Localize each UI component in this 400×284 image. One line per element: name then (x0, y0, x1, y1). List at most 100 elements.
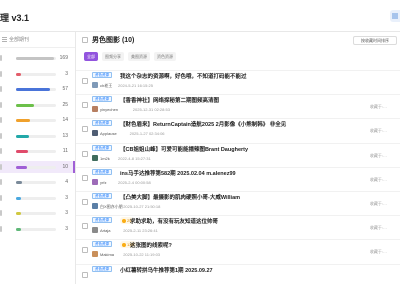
post-row[interactable]: 资色资源 【凸美大脚】最摄影的肌肉硬照小哥-大威William 白X图亦小朋 2025… (76, 191, 400, 211)
tab-all[interactable]: 全部 (84, 52, 98, 61)
post-status: 收藏于:… (369, 104, 387, 110)
post-title[interactable]: 这张图的线索呢? (130, 241, 172, 249)
sidebar-item[interactable]: 57 (0, 83, 75, 95)
avatar[interactable] (92, 82, 98, 88)
post-time: 2025-12-31 02:28:53 (132, 107, 170, 113)
post-checkbox[interactable] (82, 247, 88, 254)
avatar[interactable] (92, 106, 98, 113)
avatar[interactable] (92, 227, 98, 234)
post-title[interactable]: ins马手达推荐第582期 2025.02.04 m.alenez99 (120, 169, 236, 177)
sidebar-item[interactable]: 11 (0, 145, 75, 157)
post-tag[interactable]: 资色资源 (92, 265, 112, 272)
sidebar-item-bar-fill (16, 88, 50, 91)
post-author[interactable]: Artaja (100, 228, 110, 233)
sidebar-item[interactable]: 3 (0, 68, 75, 80)
avatar[interactable] (92, 130, 98, 137)
post-status: 收藏于:… (369, 152, 387, 158)
post-tag[interactable]: 资色资源 (92, 120, 112, 127)
post-row[interactable]: 资色资源 138 这张图的线索呢? Makima 2025-10-22 11:19:03… (76, 239, 400, 259)
sidebar-item[interactable]: 14 (0, 114, 75, 126)
avatar[interactable] (92, 203, 98, 209)
sidebar-item-count: 57 (62, 86, 68, 92)
sidebar-toggle-button[interactable] (390, 10, 400, 22)
post-title[interactable]: 【CB姐姐山峰】可爱可能能播辣图Brant Daugherty (120, 145, 248, 153)
post-tag[interactable]: 资色资源 (92, 144, 112, 151)
sidebar-item-count: 3 (65, 70, 68, 77)
sidebar-item-bar-fill (16, 72, 21, 76)
sidebar-item[interactable]: 4 (0, 176, 75, 188)
post-author[interactable]: 白X图亦小朋 (100, 204, 123, 210)
avatar[interactable] (92, 251, 98, 258)
sidebar-item[interactable]: 3 (0, 192, 75, 204)
post-row[interactable]: 资色资源 ins马手达推荐第582期 2025.02.04 m.alenez99 y… (76, 166, 400, 187)
page-title: 男色图影 (10) (92, 37, 135, 44)
sidebar-item-count: 3 (65, 225, 68, 232)
avatar[interactable] (92, 154, 98, 161)
post-tag[interactable]: 资色资源 (92, 217, 112, 224)
post-title[interactable]: 求助求助，有没有玩友知道这位帅哥 (130, 217, 218, 225)
main-header: 男色图影 (10) 按收藏时间排序 (76, 32, 400, 50)
sidebar-item-count: 3 (65, 210, 68, 216)
sidebar-item-count: 11 (62, 148, 68, 154)
post-tag[interactable]: 资色资源 (92, 96, 112, 103)
post-author[interactable]: Makima (100, 252, 114, 257)
sidebar-item-bar (16, 212, 56, 215)
post-checkbox[interactable] (82, 126, 88, 133)
post-title[interactable]: 我这个杂志的资源啊，好色哦，不知道打码能不能过 (120, 72, 247, 80)
sidebar-item-bar-fill (16, 57, 54, 60)
post-tag[interactable]: 资色资源 (92, 168, 112, 175)
post-row[interactable]: 资色资源 【CB姐姐山峰】可爱可能能播辣图Brant Daugherty 1m2k 2… (76, 142, 400, 163)
sidebar-item[interactable]: 3 (0, 223, 75, 235)
post-checkbox[interactable] (82, 102, 88, 109)
list-icon (2, 37, 7, 42)
post-author[interactable]: 1m2k (100, 156, 110, 161)
coin-icon (122, 218, 126, 223)
sidebar-item[interactable]: 3 (0, 207, 75, 219)
post-checkbox[interactable] (82, 174, 88, 181)
post-tag[interactable]: 资色资源 (92, 193, 112, 199)
post-status: 收藏于:… (369, 249, 387, 255)
tab-color-resources[interactable]: 资色资源 (154, 52, 176, 61)
sidebar-item[interactable]: 25 (0, 99, 75, 111)
tab-photo-share[interactable]: 图频分享 (102, 52, 124, 61)
sidebar-item-bar-fill (16, 181, 22, 184)
post-checkbox[interactable] (82, 223, 88, 230)
coin-icon (122, 242, 126, 247)
sidebar-item-count: 10 (62, 163, 68, 170)
post-checkbox[interactable] (82, 271, 88, 278)
sidebar-item[interactable]: 10 (0, 160, 75, 173)
post-author[interactable]: Applause (100, 131, 117, 136)
post-author[interactable]: yinyechen (100, 107, 118, 112)
post-title[interactable]: 小红薯转拼乌牛推荐第1期 2025.09.27 (120, 266, 213, 274)
post-tag[interactable]: 资色资源 (92, 241, 112, 248)
sidebar-item-bar (16, 227, 56, 231)
post-title[interactable]: 【财色眉来】ReturnCaptain造航2025 2月影像《小熊制韩》 非全见 (120, 120, 286, 128)
post-author[interactable]: ch老王 (100, 83, 112, 89)
post-title[interactable]: 【香香神社】网络探秘第二期图频高清图 (120, 96, 219, 104)
sidebar-item-count: 3 (65, 194, 68, 201)
sidebar-item-marker (0, 225, 2, 232)
post-checkbox[interactable] (82, 150, 88, 157)
post-checkbox[interactable] (82, 78, 88, 84)
tab-pic-resources[interactable]: 美图资源 (128, 52, 150, 61)
post-row[interactable]: 资色资源 【香香神社】网络探秘第二期图频高清图 yinyechen 2025-12-3… (76, 94, 400, 114)
select-all-checkbox[interactable] (82, 37, 88, 43)
post-tag[interactable]: 资色资源 (92, 72, 112, 78)
post-author[interactable]: yrfz (100, 180, 106, 185)
sidebar-item-bar-fill (16, 196, 21, 200)
post-row[interactable]: 资色资源 【财色眉来】ReturnCaptain造航2025 2月影像《小熊制韩》… (76, 118, 400, 138)
sidebar-item-bar (16, 134, 56, 138)
post-row[interactable]: 资色资源 25 求助求助，有没有玩友知道这位帅哥 Artaja 2025-2-11 23… (76, 215, 400, 235)
post-title[interactable]: 【凸美大脚】最摄影的肌肉硬照小哥-大威William (120, 193, 240, 201)
sidebar-item[interactable]: 169 (0, 52, 75, 64)
post-row[interactable]: 资色资源 小红薯转拼乌牛推荐第1期 2025.09.27 (76, 263, 400, 284)
sort-button[interactable]: 按收藏时间排序 (353, 36, 397, 45)
sidebar-item-marker (0, 132, 2, 139)
sidebar-item-bar-fill (16, 103, 34, 107)
sidebar-item[interactable]: 13 (0, 130, 75, 142)
sidebar-item-count: 4 (65, 179, 68, 185)
avatar[interactable] (92, 178, 98, 185)
post-row[interactable]: 资色资源 我这个杂志的资源啊，好色哦，不知道打码能不能过 ch老王 2024-5-21… (76, 70, 400, 90)
sidebar-header[interactable]: 全部期刊 (0, 32, 75, 48)
post-checkbox[interactable] (82, 199, 88, 205)
